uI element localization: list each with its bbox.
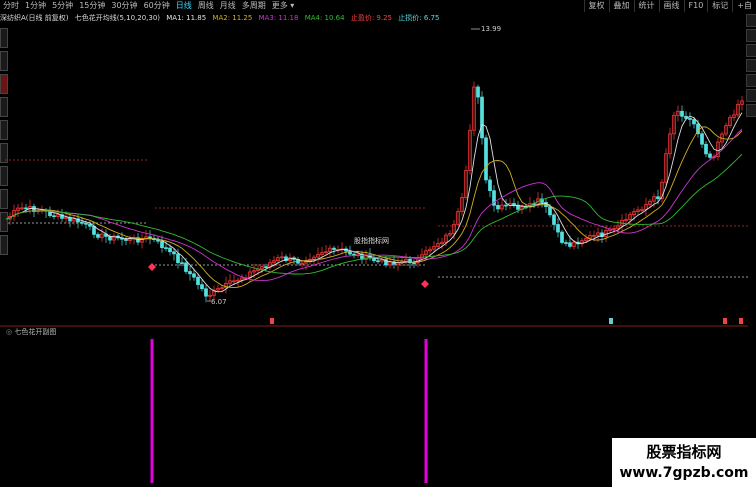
- candle-body: [688, 117, 692, 120]
- candle-body: [484, 137, 488, 181]
- candle-body: [372, 257, 376, 262]
- candle-body: [172, 251, 176, 255]
- candle-body: [160, 240, 164, 248]
- candle-body: [80, 221, 84, 224]
- candle-body: [92, 225, 96, 235]
- event-flag: [739, 318, 743, 324]
- candle-body: [196, 276, 200, 285]
- event-flag: [270, 318, 274, 324]
- candle-body: [192, 273, 196, 278]
- candle-body: [692, 119, 696, 125]
- candle-body: [52, 215, 56, 218]
- candle-body: [88, 223, 92, 227]
- candle-body: [96, 234, 100, 238]
- candle-body: [376, 260, 380, 263]
- watermark-title: 股票指标网: [646, 443, 722, 461]
- candle-body: [168, 247, 172, 253]
- signal-bar: [150, 339, 154, 483]
- signal-bar: [424, 339, 428, 483]
- candle-body: [512, 203, 516, 206]
- subchart-label: 七色花开副图: [14, 328, 57, 336]
- candle-body: [412, 262, 416, 265]
- candle-body: [680, 110, 684, 117]
- diamond-marker: [421, 280, 429, 288]
- site-watermark: 股票指标网 www.7gpzb.com: [612, 438, 756, 487]
- candle-body: [552, 214, 556, 225]
- candle-body: [560, 231, 564, 243]
- candle-body: [176, 253, 180, 264]
- candle-body: [548, 206, 552, 216]
- candle-body: [204, 288, 208, 297]
- candle-body: [708, 153, 712, 158]
- candle-body: [184, 262, 188, 272]
- candle-body: [124, 238, 128, 241]
- candle-body: [148, 236, 152, 239]
- price-chart[interactable]: 13.99 6.07 股指指标网: [0, 0, 756, 487]
- center-label: 股指指标网: [354, 236, 389, 245]
- candle-body: [496, 204, 500, 210]
- candle-body: [488, 179, 492, 191]
- candle-body: [480, 96, 484, 139]
- candle-body: [200, 284, 204, 290]
- candle-body: [704, 143, 708, 155]
- candle-body: [476, 86, 480, 98]
- candle-body: [180, 262, 184, 265]
- candle-body: [84, 222, 88, 225]
- candle-body: [568, 242, 572, 247]
- subchart-title: ◎ 七色花开副图: [6, 327, 56, 337]
- low-label: 6.07: [211, 298, 227, 306]
- ma-line: [5, 112, 743, 293]
- candle-body: [332, 247, 336, 250]
- event-flag: [609, 318, 613, 324]
- candle-body: [188, 271, 192, 275]
- candle-body: [700, 133, 704, 145]
- event-flag: [723, 318, 727, 324]
- candle-body: [556, 224, 560, 233]
- ma-line: [5, 126, 743, 289]
- candle-body: [656, 196, 660, 200]
- high-label: 13.99: [481, 25, 501, 33]
- candle-body: [164, 247, 168, 249]
- candle-body: [264, 266, 268, 268]
- watermark-url: www.7gpzb.com: [619, 465, 749, 481]
- candle-body: [24, 207, 28, 210]
- candle-body: [504, 204, 508, 207]
- diamond-marker: [148, 263, 156, 271]
- candle-body: [564, 242, 568, 244]
